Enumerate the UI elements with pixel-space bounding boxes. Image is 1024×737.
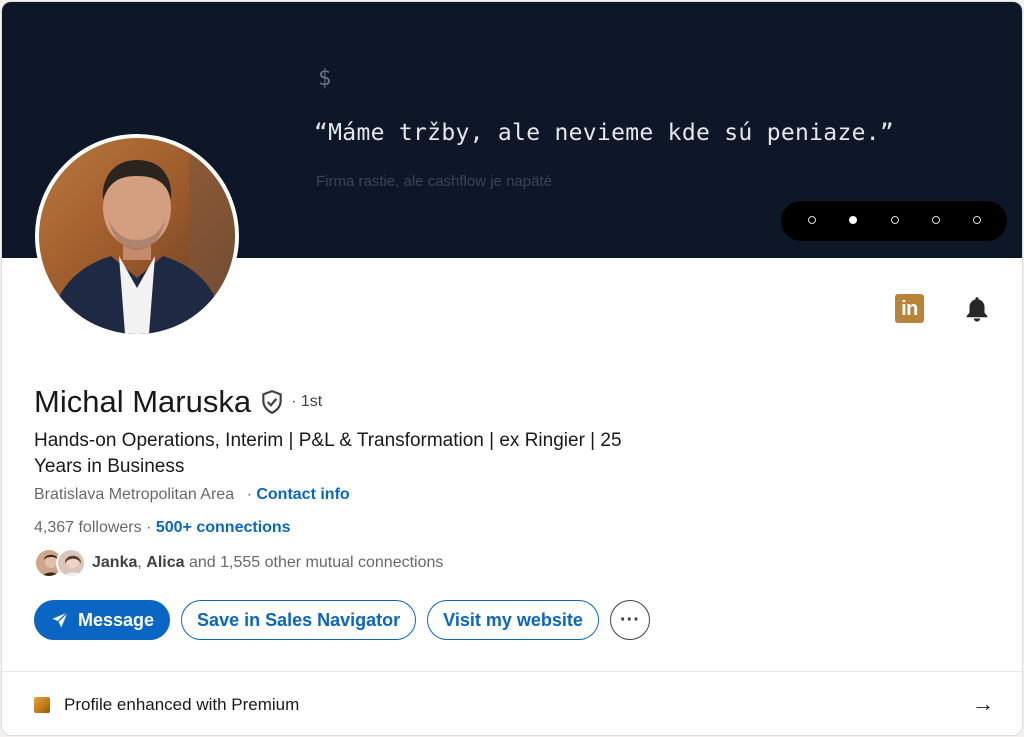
bell-icon[interactable]	[962, 294, 992, 324]
name-row: Michal Maruska · 1st	[34, 384, 322, 420]
location-row: Bratislava Metropolitan Area · Contact i…	[34, 486, 350, 504]
banner-quote: “Máme tržby, ale nevieme kde sú peniaze.…	[314, 120, 895, 146]
section-divider	[2, 671, 1022, 672]
followers-separator: ·	[146, 519, 152, 536]
arrow-right-icon[interactable]: →	[972, 691, 994, 717]
save-in-sales-navigator-button[interactable]: Save in Sales Navigator	[181, 600, 417, 640]
mutual-connections-text: Janka, Alica and 1,555 other mutual conn…	[92, 554, 444, 571]
profile-location: Bratislava Metropolitan Area	[34, 486, 235, 503]
premium-label: Profile enhanced with Premium	[64, 695, 300, 714]
profile-card: $ “Máme tržby, ale nevieme kde sú peniaz…	[1, 1, 1023, 736]
profile-name: Michal Maruska	[34, 384, 252, 419]
followers-row: 4,367 followers · 500+ connections	[34, 519, 291, 537]
mutual-avatar-2	[56, 548, 86, 578]
carousel-indicator	[781, 201, 1007, 241]
banner-prompt: $	[318, 66, 332, 91]
message-button[interactable]: Message	[34, 600, 171, 640]
profile-photo[interactable]	[35, 134, 239, 338]
message-label: Message	[78, 609, 155, 630]
carousel-dot-2[interactable]	[849, 216, 857, 224]
carousel-dot-1[interactable]	[808, 216, 816, 224]
premium-row[interactable]: Profile enhanced with Premium	[34, 695, 299, 715]
mutual-name-2: Alica	[146, 554, 185, 571]
mutual-connections[interactable]: Janka, Alica and 1,555 other mutual conn…	[34, 548, 443, 578]
premium-icon	[34, 697, 50, 713]
visit-website-button[interactable]: Visit my website	[427, 600, 599, 640]
mutual-rest: 1,555 other mutual connections	[220, 554, 444, 571]
carousel-dot-4[interactable]	[932, 216, 940, 224]
contact-separator: ·	[246, 486, 252, 503]
more-actions-button[interactable]: ···	[609, 600, 650, 640]
connections-link[interactable]: 500+ connections	[156, 519, 291, 536]
profile-headline: Hands-on Operations, Interim | P&L & Tra…	[34, 430, 622, 477]
mutual-and: and	[188, 554, 216, 571]
linkedin-icon[interactable]: in	[895, 294, 924, 323]
profile-actions: Message Save in Sales Navigator Visit my…	[34, 600, 650, 640]
carousel-dot-3[interactable]	[891, 216, 899, 224]
send-icon	[52, 612, 68, 628]
banner-subtext: Firma rastie, ale cashflow je napäté	[316, 173, 552, 190]
connection-degree: · 1st	[291, 393, 323, 410]
mutual-name-1: Janka	[92, 554, 138, 571]
verified-shield-icon[interactable]	[259, 389, 285, 415]
contact-info-link[interactable]: Contact info	[256, 486, 349, 503]
carousel-dot-5[interactable]	[973, 216, 981, 224]
followers-count: 4,367 followers	[34, 519, 142, 536]
